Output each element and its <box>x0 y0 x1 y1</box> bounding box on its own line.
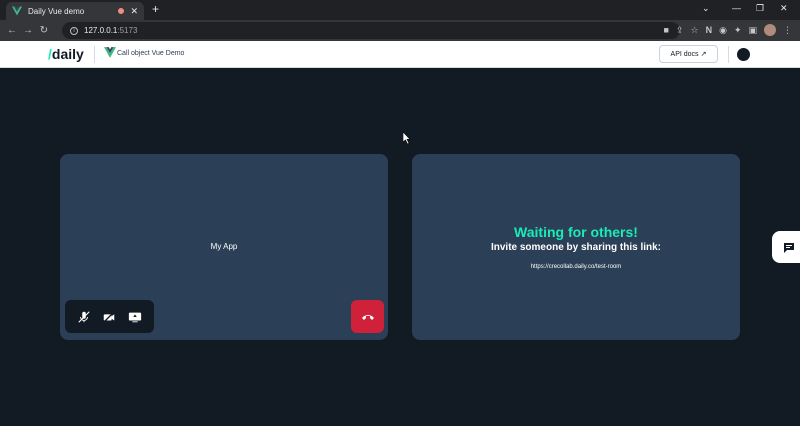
header-divider <box>728 46 729 63</box>
hangup-icon <box>361 314 374 320</box>
window-close-icon[interactable]: ✕ <box>780 3 788 14</box>
url-port: :5173 <box>117 26 138 35</box>
record-icon <box>118 8 125 14</box>
call-controls-tray <box>65 300 154 333</box>
restore-icon[interactable]: ❐ <box>756 3 764 14</box>
minimize-icon[interactable]: — <box>732 3 741 13</box>
forward-icon[interactable]: → <box>20 25 36 36</box>
mouse-cursor-icon <box>403 132 411 144</box>
browser-tab[interactable]: Daily Vue demo ✕ <box>6 2 144 20</box>
mic-off-icon[interactable] <box>77 310 91 324</box>
extensions-icon[interactable]: ✦ <box>734 25 742 36</box>
vue-logo-icon <box>12 6 22 16</box>
back-icon[interactable]: ← <box>4 25 20 36</box>
sidepanel-icon[interactable]: ▣ <box>748 25 757 36</box>
leave-call-button[interactable] <box>351 300 384 333</box>
star-icon[interactable]: ☆ <box>691 25 699 36</box>
url-input[interactable]: i 127.0.0.1 :5173 <box>62 22 680 39</box>
local-video-tile: My App <box>60 154 388 340</box>
chat-button[interactable] <box>772 231 800 263</box>
new-tab-button[interactable]: + <box>152 3 159 15</box>
waiting-tile: Waiting for others! Invite someone by sh… <box>412 154 740 340</box>
camera-off-icon[interactable] <box>102 310 116 324</box>
url-host: 127.0.0.1 <box>84 26 118 35</box>
screenshare-icon[interactable] <box>128 310 142 324</box>
api-docs-label: API docs <box>670 50 699 58</box>
share-icon[interactable]: ⇪ <box>676 25 684 36</box>
header-divider <box>94 46 95 63</box>
github-icon[interactable] <box>737 48 750 61</box>
camera-icon[interactable]: ■ <box>664 25 669 35</box>
notion-icon[interactable]: N <box>706 25 713 35</box>
menu-icon[interactable]: ⋮ <box>783 25 792 36</box>
color-icon[interactable]: ◉ <box>719 25 727 36</box>
tab-search-icon[interactable]: ⌄ <box>702 3 710 14</box>
api-docs-button[interactable]: API docs ↗ <box>659 45 718 63</box>
waiting-title: Waiting for others! <box>514 224 638 240</box>
demo-title: Call object Vue Demo <box>117 50 185 57</box>
chat-icon <box>784 242 794 253</box>
close-icon[interactable]: ✕ <box>130 6 138 16</box>
browser-tab-bar: Daily Vue demo ✕ + ⌄ — ❐ ✕ <box>0 0 800 20</box>
share-link[interactable]: https://crecollab.daily.co/test-room <box>412 264 740 270</box>
info-icon[interactable]: i <box>70 26 78 35</box>
external-link-icon: ↗ <box>700 51 707 58</box>
reload-icon[interactable]: ↻ <box>36 25 52 36</box>
participant-name: My App <box>210 242 238 251</box>
app-header: /daily Call object Vue Demo API docs ↗ <box>0 41 800 68</box>
avatar-icon[interactable] <box>764 24 776 36</box>
tab-title: Daily Vue demo <box>28 6 85 16</box>
vue-logo-icon <box>104 47 116 58</box>
invite-text: Invite someone by sharing this link: <box>490 242 662 253</box>
daily-logo[interactable]: /daily <box>48 46 84 62</box>
address-bar: ← → ↻ i 127.0.0.1 :5173 ■ ⇪ ☆ N ◉ ✦ ▣ ⋮ <box>0 20 800 41</box>
